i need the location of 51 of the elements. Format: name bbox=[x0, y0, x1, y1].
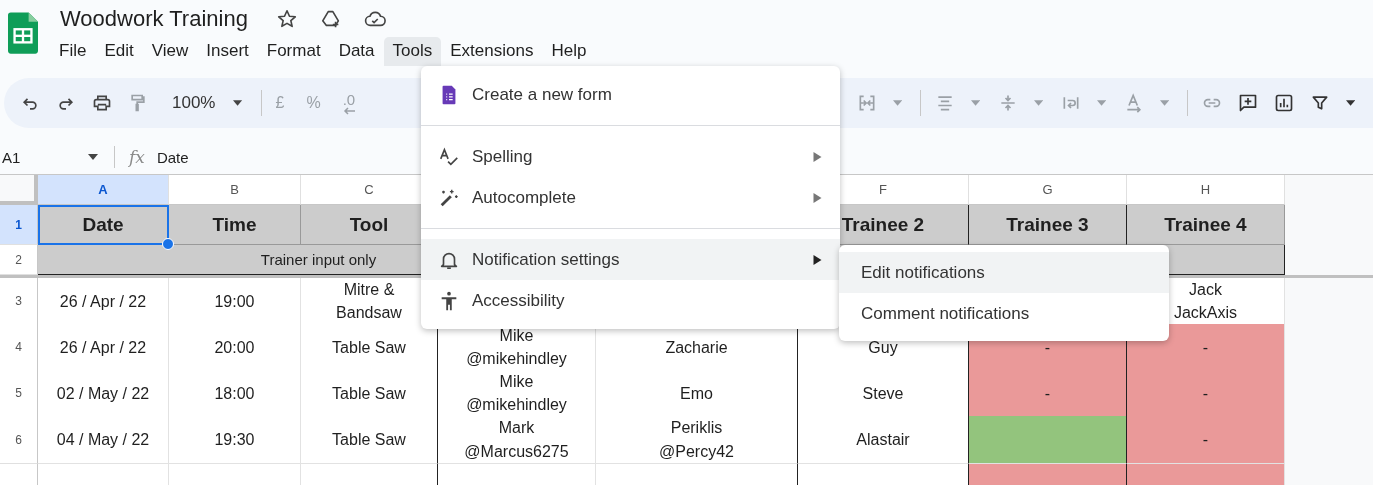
table-cell: Time bbox=[169, 205, 301, 245]
menu-item[interactable]: Create a new form bbox=[421, 74, 840, 115]
table-cell: Mark @Marcus6275 bbox=[438, 416, 596, 464]
row-header[interactable]: 4 bbox=[0, 324, 38, 372]
table-cell: - bbox=[1127, 370, 1285, 418]
table-cell: - bbox=[1127, 416, 1285, 464]
table-cell: 26 / Apr / 22 bbox=[38, 324, 169, 372]
menu-item[interactable]: View bbox=[142, 37, 198, 66]
table-cell: Trainee 4 bbox=[1127, 205, 1285, 245]
table-cell: Table Saw bbox=[301, 324, 438, 372]
menu-item[interactable]: File bbox=[50, 37, 96, 66]
column-header[interactable]: B bbox=[169, 175, 301, 205]
table-cell: 02 / May / 22 bbox=[38, 370, 169, 418]
menu-item[interactable]: Extensions bbox=[441, 37, 543, 66]
menu-item[interactable]: Data bbox=[329, 37, 384, 66]
zoom-select[interactable]: 100% bbox=[172, 93, 216, 113]
table-cell: Mike @mikehindley bbox=[438, 370, 596, 418]
table-cell: Table Saw bbox=[301, 416, 438, 464]
menu-item[interactable]: Spelling bbox=[421, 136, 840, 177]
table-cell: - bbox=[969, 370, 1127, 418]
menu-item[interactable]: Tools bbox=[383, 37, 442, 66]
column-header[interactable]: H bbox=[1127, 175, 1285, 205]
table-cell: 19:30 bbox=[169, 416, 301, 464]
menu-item[interactable]: Edit bbox=[95, 37, 143, 66]
table-cell: Trainee 3 bbox=[969, 205, 1127, 245]
formula-field[interactable]: Date bbox=[156, 148, 189, 166]
row-header[interactable]: 3 bbox=[0, 278, 38, 326]
row-header[interactable]: 2 bbox=[0, 245, 38, 275]
menu-item[interactable]: Help bbox=[542, 37, 596, 66]
menu-item[interactable]: Notification settings bbox=[421, 239, 840, 280]
function-label: fx bbox=[129, 147, 145, 167]
column-header[interactable]: A bbox=[38, 175, 169, 205]
column-header[interactable]: G bbox=[969, 175, 1127, 205]
table-cell: Periklis @Percy42 bbox=[596, 416, 798, 464]
row-header[interactable]: 5 bbox=[0, 370, 38, 418]
menu-item[interactable]: Edit notifications bbox=[839, 252, 1169, 293]
table-cell: Alastair bbox=[798, 416, 969, 464]
table-cell: 04 / May / 22 bbox=[38, 416, 169, 464]
table-cell: 18:00 bbox=[169, 370, 301, 418]
table-cell: 20:00 bbox=[169, 324, 301, 372]
menu-item[interactable]: Insert bbox=[197, 37, 258, 66]
table-cell: 19:00 bbox=[169, 278, 301, 326]
row-header[interactable]: 6 bbox=[0, 416, 38, 464]
table-cell: Emo bbox=[596, 370, 798, 418]
table-cell: 26 / Apr / 22 bbox=[38, 278, 169, 326]
row-header[interactable]: 1 bbox=[0, 205, 38, 245]
menu-item[interactable]: Format bbox=[257, 37, 330, 66]
table-cell: Table Saw bbox=[301, 370, 438, 418]
table-cell: Steve bbox=[798, 370, 969, 418]
document-title[interactable]: Woodwork Training bbox=[60, 5, 248, 32]
name-box[interactable]: A1 bbox=[2, 148, 88, 166]
